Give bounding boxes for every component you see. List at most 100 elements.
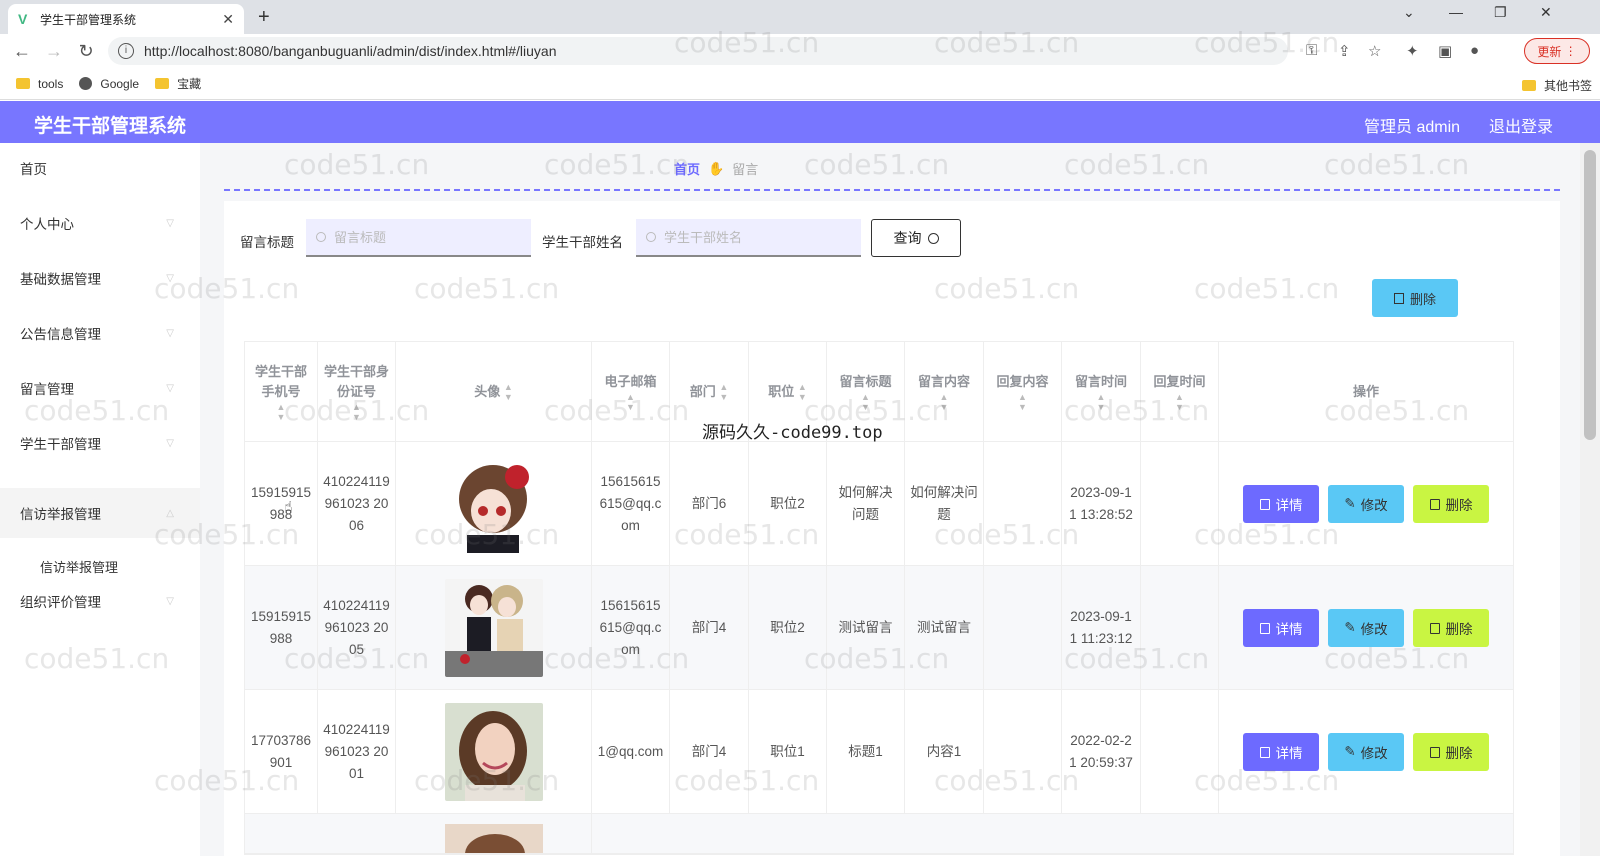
browser-tab[interactable]: V 学生干部管理系统 ✕	[8, 4, 244, 34]
cell-avatar	[396, 566, 592, 690]
new-tab-icon[interactable]: +	[258, 6, 270, 29]
col-phone[interactable]: 学生干部手机号 ▲ ▼	[245, 342, 318, 442]
star-icon[interactable]: ☆	[1368, 42, 1381, 60]
back-icon[interactable]: ←	[6, 41, 38, 62]
delete-button[interactable]: 删除	[1413, 609, 1489, 647]
col-label: 学生干部手机号	[254, 364, 307, 399]
detail-button[interactable]: 详情	[1243, 609, 1319, 647]
title-search-label: 留言标题	[240, 235, 294, 250]
edit-button[interactable]: ✎ 修改	[1328, 609, 1404, 647]
query-button[interactable]: 查询	[871, 219, 961, 257]
sort-icon[interactable]: ▲ ▼	[504, 382, 513, 402]
table-row: 17703786901 410224119961023 2001 1@qq.co…	[245, 690, 1513, 814]
title-search-input[interactable]	[306, 219, 531, 257]
avatar[interactable]	[444, 703, 543, 801]
close-tab-icon[interactable]: ✕	[222, 11, 234, 28]
cell-avatar	[396, 690, 592, 814]
table-row: 15915915988 410224119961023 2005 1561561…	[245, 566, 1513, 690]
sort-icon[interactable]: ▲ ▼	[1097, 392, 1106, 412]
sidebar-item-label: 留言管理	[20, 382, 74, 397]
pencil-icon: ✎	[1344, 620, 1356, 635]
cell-email: 1@qq.com	[592, 690, 670, 814]
cell-content: 如何解决问题	[905, 442, 984, 566]
cell-reply	[984, 442, 1062, 566]
breadcrumb-home[interactable]: 首页	[674, 159, 700, 178]
col-idcard[interactable]: 学生干部身份证号 ▲ ▼	[318, 342, 396, 442]
close-window-icon[interactable]: ✕	[1540, 4, 1552, 21]
pencil-icon: ✎	[1344, 744, 1356, 759]
cell-reply-time	[1141, 566, 1219, 690]
avatar[interactable]	[444, 824, 543, 854]
chevron-down-icon: ▽	[166, 595, 174, 607]
col-avatar[interactable]: 头像 ▲ ▼	[396, 342, 592, 442]
submenu-item-petitions[interactable]: 信访举报管理	[40, 557, 118, 576]
logout-button[interactable]: 退出登录	[1489, 113, 1553, 137]
reload-icon[interactable]: ↻	[70, 41, 102, 62]
share-icon[interactable]: ⇪	[1338, 42, 1351, 60]
col-time[interactable]: 留言时间 ▲ ▼	[1062, 342, 1141, 442]
sidebar-item-home[interactable]: 首页	[0, 148, 200, 188]
detail-button[interactable]: 详情	[1243, 733, 1319, 771]
sort-icon[interactable]: ▲ ▼	[719, 382, 728, 402]
hand-cursor-icon: ☝	[284, 498, 293, 514]
sidepanel-icon[interactable]: ▣	[1438, 42, 1452, 60]
bookmark-treasure[interactable]: 宝藏	[155, 75, 201, 92]
detail-button[interactable]: 详情	[1243, 485, 1319, 523]
sidebar-item-basic-data[interactable]: 基础数据管理 ▽	[0, 258, 200, 298]
col-label: 操作	[1352, 384, 1379, 399]
other-bookmarks[interactable]: 其他书签	[1521, 77, 1592, 94]
col-email[interactable]: 电子邮箱 ▲ ▼	[592, 342, 670, 442]
sidebar-item-petitions[interactable]: 信访举报管理 △	[0, 488, 200, 538]
vue-logo-icon: V	[18, 11, 28, 27]
sidebar-item-evaluation[interactable]: 组织评价管理 ▽	[0, 581, 200, 621]
delete-button[interactable]: 删除	[1413, 485, 1489, 523]
name-search-input[interactable]	[636, 219, 861, 257]
name-search-field[interactable]	[664, 229, 834, 245]
scrollbar-thumb[interactable]	[1584, 150, 1596, 440]
cell-title: 如何解决问题	[827, 442, 905, 566]
minimize-icon[interactable]: —	[1449, 4, 1463, 20]
sort-icon[interactable]: ▲ ▼	[940, 392, 949, 412]
forward-icon[interactable]: →	[38, 41, 70, 62]
avatar[interactable]	[444, 579, 543, 677]
bookmark-google[interactable]: Google	[79, 77, 139, 91]
sidebar-item-notices[interactable]: 公告信息管理 ▽	[0, 313, 200, 353]
info-icon[interactable]: i	[118, 43, 134, 59]
avatar[interactable]	[444, 455, 543, 553]
col-content[interactable]: 留言内容 ▲ ▼	[905, 342, 984, 442]
bookmark-tools[interactable]: tools	[16, 77, 63, 91]
sidebar-item-profile[interactable]: 个人中心 ▽	[0, 203, 200, 243]
col-reply[interactable]: 回复内容 ▲ ▼	[984, 342, 1062, 442]
col-reply-time[interactable]: 回复时间 ▲ ▼	[1141, 342, 1219, 442]
table-row	[245, 814, 1513, 854]
sort-icon[interactable]: ▲ ▼	[277, 402, 286, 422]
cell-position: 职位2	[749, 566, 827, 690]
other-bookmarks-label: 其他书签	[1543, 79, 1592, 93]
table-row: 15915915988 410224119961023 2006 1561561…	[245, 442, 1513, 566]
tab-search-icon[interactable]: ⌄	[1403, 4, 1415, 21]
sort-icon[interactable]: ▲ ▼	[1018, 392, 1027, 412]
title-search-field[interactable]	[334, 229, 504, 245]
sort-icon[interactable]: ▲ ▼	[1175, 392, 1184, 412]
sort-icon[interactable]: ▲ ▼	[352, 402, 361, 422]
sidebar-item-messages[interactable]: 留言管理 ▽	[0, 368, 200, 408]
sort-icon[interactable]: ▲ ▼	[626, 392, 635, 412]
sort-icon[interactable]: ▲ ▼	[861, 392, 870, 412]
update-button[interactable]: 更新 ⋮	[1524, 38, 1590, 64]
maximize-icon[interactable]: ❐	[1494, 4, 1507, 21]
divider	[224, 189, 1560, 191]
sidebar-item-label: 组织评价管理	[20, 595, 101, 610]
key-icon[interactable]: ⚿	[1306, 42, 1317, 59]
edit-button[interactable]: ✎ 修改	[1328, 485, 1404, 523]
cell-content: 测试留言	[905, 566, 984, 690]
extensions-icon[interactable]: ✦	[1406, 42, 1419, 60]
profile-icon[interactable]: ●	[1470, 42, 1479, 59]
sidebar-item-cadres[interactable]: 学生干部管理 ▽	[0, 423, 200, 463]
edit-button[interactable]: ✎ 修改	[1328, 733, 1404, 771]
sort-icon[interactable]: ▲ ▼	[798, 382, 807, 402]
address-bar[interactable]: i http://localhost:8080/banganbuguanli/a…	[108, 37, 1288, 65]
cell-content: 内容1	[905, 690, 984, 814]
batch-delete-button[interactable]: 删除	[1372, 279, 1458, 317]
delete-button[interactable]: 删除	[1413, 733, 1489, 771]
cell-phone: 15915915988	[245, 566, 318, 690]
